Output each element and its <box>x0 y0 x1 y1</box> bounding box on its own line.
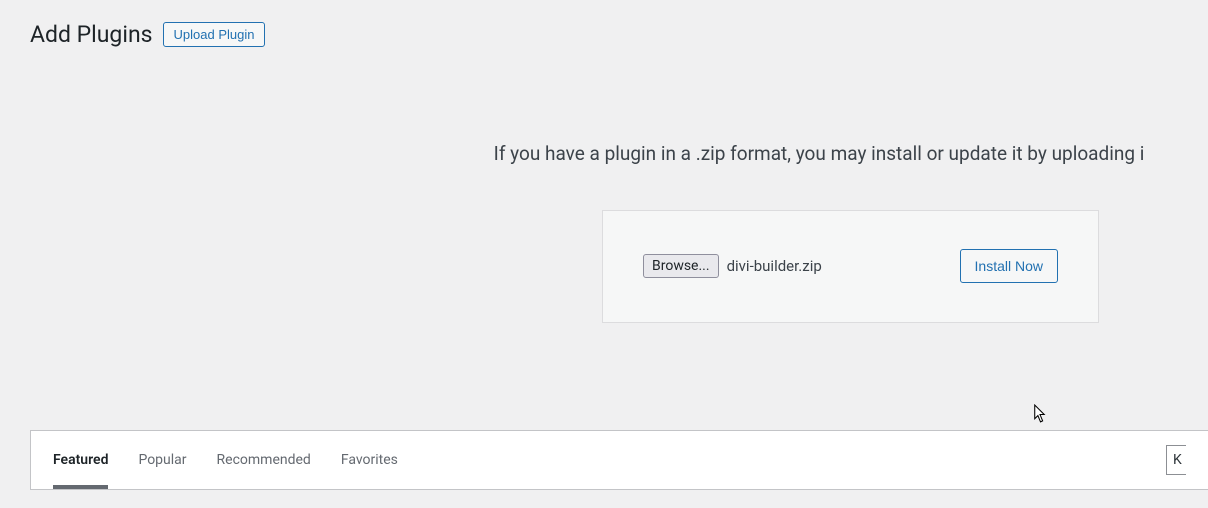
tab-recommended[interactable]: Recommended <box>217 433 311 487</box>
selected-filename: divi-builder.zip <box>727 257 822 275</box>
browse-button[interactable]: Browse... <box>643 254 719 278</box>
file-input-group: Browse... divi-builder.zip <box>643 254 822 278</box>
search-dropdown-partial[interactable]: K <box>1166 445 1186 475</box>
upload-form: Browse... divi-builder.zip Install Now <box>602 210 1099 323</box>
upload-instructions: If you have a plugin in a .zip format, y… <box>0 142 1208 165</box>
filter-tabs: Featured Popular Recommended Favorites <box>53 433 398 487</box>
install-now-button[interactable]: Install Now <box>960 249 1058 283</box>
page-header: Add Plugins Upload Plugin <box>0 0 1208 50</box>
cursor-icon <box>1032 404 1048 420</box>
upload-plugin-button[interactable]: Upload Plugin <box>163 22 266 47</box>
tab-popular[interactable]: Popular <box>138 433 186 487</box>
filter-tabs-bar: Featured Popular Recommended Favorites K <box>30 430 1208 490</box>
tab-favorites[interactable]: Favorites <box>341 433 398 487</box>
page-title: Add Plugins <box>30 20 153 50</box>
tab-featured[interactable]: Featured <box>53 433 108 487</box>
